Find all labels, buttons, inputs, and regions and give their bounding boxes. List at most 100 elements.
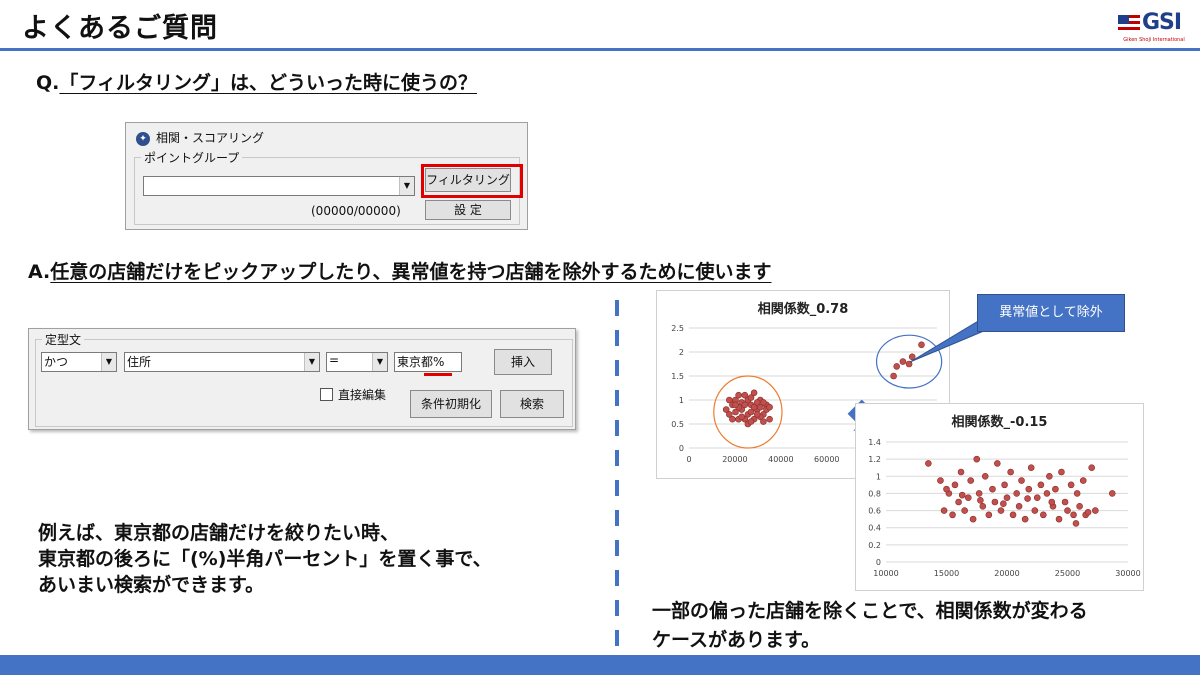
- y-tick-label: 1: [679, 396, 684, 405]
- data-point: [1088, 464, 1095, 472]
- y-tick-label: 0: [679, 444, 684, 453]
- chevron-down-icon[interactable]: ▼: [399, 177, 414, 195]
- data-point: [1067, 481, 1075, 489]
- point-group-select[interactable]: ▼: [143, 176, 415, 196]
- example-line: あいまい検索ができます。: [38, 574, 265, 596]
- data-point: [1058, 468, 1065, 476]
- data-point: [937, 477, 944, 484]
- data-point: [949, 511, 956, 519]
- insert-button[interactable]: 挿入: [494, 349, 552, 375]
- data-point: [732, 401, 739, 409]
- chevron-down-icon[interactable]: ▼: [372, 353, 387, 371]
- chevron-down-icon[interactable]: ▼: [101, 353, 116, 371]
- direct-edit-label: 直接編集: [338, 388, 387, 402]
- y-tick-label: 0.5: [671, 420, 684, 429]
- data-point: [989, 485, 996, 493]
- answer: A.任意の店舗だけをピックアップしたり、異常値を持つ店舗を除外するために使います: [28, 257, 772, 284]
- y-tick-label: 0.4: [868, 524, 881, 533]
- answer-text: 任意の店舗だけをピックアップしたり、異常値を持つ店舗を除外するために使います: [50, 261, 772, 283]
- y-tick-label: 1.2: [868, 455, 881, 464]
- example-line: 東京都の後ろに「(%)半角パーセント」を置く事で、: [38, 548, 492, 570]
- data-point: [747, 408, 755, 416]
- data-point: [1025, 485, 1033, 493]
- point-group-box: ポイントグループ ▼ フィルタリング (00000/00000) 設 定: [134, 149, 523, 225]
- question-prefix: Q.: [36, 72, 60, 94]
- data-point: [951, 481, 959, 489]
- data-point: [940, 507, 948, 514]
- condition-value: 東京都%: [397, 355, 445, 369]
- data-point: [738, 413, 745, 421]
- data-point: [1084, 508, 1092, 516]
- dialog-title: 相関・スコアリング: [156, 131, 265, 145]
- direct-edit-checkbox[interactable]: [320, 388, 333, 401]
- reset-conditions-button[interactable]: 条件初期化: [410, 390, 492, 418]
- data-point: [1079, 477, 1087, 484]
- title-divider: [0, 48, 1200, 51]
- question: Q.「フィルタリング」は、どういった時に使うの？: [36, 68, 477, 95]
- data-point: [1108, 490, 1116, 497]
- data-point: [753, 411, 761, 418]
- operator-value: =: [329, 353, 340, 367]
- data-point: [890, 372, 897, 380]
- data-point: [957, 468, 965, 476]
- selection-count: (00000/00000): [311, 204, 401, 218]
- answer-prefix: A.: [28, 261, 51, 283]
- highlight-box: [421, 164, 523, 198]
- chart-after: 相関係数_-0.15 0 0.2 0.4 0.6 0.8 1 1.2 1.4 10000 15000…: [855, 403, 1144, 591]
- highlight-underline: [424, 373, 452, 376]
- data-point: [735, 391, 742, 399]
- x-tick-label: 25000: [1055, 569, 1080, 578]
- y-tick-label: 0.2: [868, 541, 881, 550]
- conclusion-line: ケースがあります。: [652, 629, 821, 651]
- scatter-chart-after: 相関係数_-0.15 0 0.2 0.4 0.6 0.8 1 1.2 1.4 10000 15000…: [868, 414, 1140, 578]
- y-tick-label: 1.5: [671, 372, 684, 381]
- template-group-label: 定型文: [42, 331, 85, 348]
- outlier-callout: 異常値として除外: [977, 294, 1125, 332]
- data-point: [766, 415, 773, 423]
- flag-icon: [1118, 15, 1140, 33]
- chart-title: 相関係数_-0.15: [952, 414, 1048, 430]
- logic-value: かつ: [44, 355, 69, 369]
- data-point: [969, 515, 977, 523]
- condition-input[interactable]: 東京都%: [394, 352, 462, 372]
- data-point: [1033, 494, 1041, 502]
- chevron-down-icon[interactable]: ▼: [304, 353, 319, 371]
- data-point: [1024, 495, 1031, 502]
- data-point: [1055, 515, 1063, 523]
- data-point: [726, 396, 733, 404]
- y-tick-label: 0.6: [868, 507, 881, 516]
- data-point: [1007, 468, 1014, 476]
- data-point: [991, 498, 999, 506]
- company-logo: GSI Giken Shoji International: [1116, 10, 1192, 46]
- field-select[interactable]: 住所 ▼: [124, 352, 320, 372]
- logo-mark: GSI: [1116, 10, 1192, 38]
- data-point: [766, 403, 773, 411]
- settings-button[interactable]: 設 定: [425, 200, 511, 220]
- logic-select[interactable]: かつ ▼: [41, 352, 117, 372]
- data-point: [1092, 507, 1099, 514]
- y-tick-label: 1.4: [868, 438, 881, 447]
- data-point: [1000, 500, 1007, 508]
- data-point: [1031, 507, 1039, 514]
- data-point: [977, 496, 984, 504]
- correlation-scoring-dialog: ✦ 相関・スコアリング ポイントグループ ▼ フィルタリング (00000/000…: [125, 122, 528, 230]
- conclusion-text: 一部の偏った店舗を除くことで、相関係数が変わる ケースがあります。: [652, 597, 1088, 655]
- data-point: [1073, 490, 1081, 497]
- data-point: [1072, 520, 1080, 527]
- data-point: [1015, 502, 1023, 510]
- dialog-header: ✦ 相関・スコアリング: [136, 129, 264, 146]
- data-point: [1013, 490, 1020, 497]
- question-text: 「フィルタリング」は、どういった時に使うの？: [59, 72, 477, 94]
- data-point: [997, 507, 1005, 514]
- point-group-label: ポイントグループ: [141, 149, 243, 166]
- search-button[interactable]: 検索: [500, 390, 564, 418]
- page-title: よくあるご質問: [22, 13, 218, 44]
- data-point: [760, 418, 767, 425]
- data-point: [1043, 490, 1051, 497]
- data-point: [729, 415, 736, 423]
- x-tick-label: 15000: [934, 569, 959, 578]
- operator-select[interactable]: = ▼: [326, 352, 388, 372]
- data-point: [1040, 511, 1047, 519]
- logo-text: GSI: [1142, 10, 1182, 35]
- x-tick-label: 10000: [873, 569, 898, 578]
